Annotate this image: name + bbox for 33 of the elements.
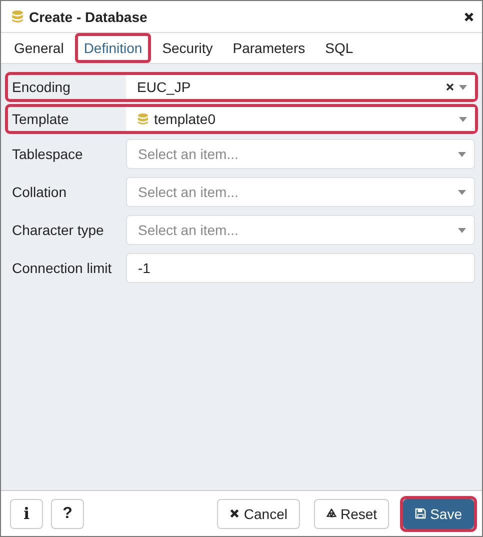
field-label: Character type [11, 221, 105, 240]
caret-icon [458, 228, 466, 232]
window-title: Create - Database [29, 8, 148, 24]
select-field[interactable]: Select an item... [126, 177, 475, 207]
recycle-icon [326, 508, 336, 519]
tab[interactable]: SQL [316, 33, 362, 63]
tab[interactable]: Definition [74, 33, 152, 63]
close-icon[interactable] [464, 12, 474, 22]
close-icon [228, 508, 240, 519]
tab[interactable]: Security [153, 33, 222, 63]
field-label: Template [11, 110, 70, 129]
field-label: Encoding [11, 78, 72, 97]
field-label: Collation [11, 183, 68, 202]
caret-icon [459, 116, 467, 122]
reset-button[interactable]: Reset [314, 498, 390, 528]
field-label: Tablespace [11, 145, 84, 164]
select-field[interactable]: EUC_JP [126, 75, 475, 99]
help-button[interactable]: ? [51, 498, 84, 528]
info-button[interactable]: i [10, 498, 43, 528]
select-field[interactable]: Select an item... [126, 215, 475, 245]
input-field[interactable]: -1 [126, 253, 475, 283]
cancel-button[interactable]: Cancel [216, 498, 300, 528]
caret-icon [458, 190, 466, 194]
field-label: Connection limit [11, 259, 112, 278]
tab[interactable]: General [5, 33, 73, 63]
select-field[interactable]: Select an item... [126, 139, 475, 169]
tab[interactable]: Parameters [224, 33, 314, 63]
caret-icon [459, 84, 467, 90]
select-field[interactable]: template0 [126, 107, 475, 131]
clear-icon[interactable] [446, 83, 454, 91]
caret-icon [458, 152, 466, 156]
database-icon [11, 10, 24, 23]
save-button[interactable]: Save [403, 498, 474, 528]
